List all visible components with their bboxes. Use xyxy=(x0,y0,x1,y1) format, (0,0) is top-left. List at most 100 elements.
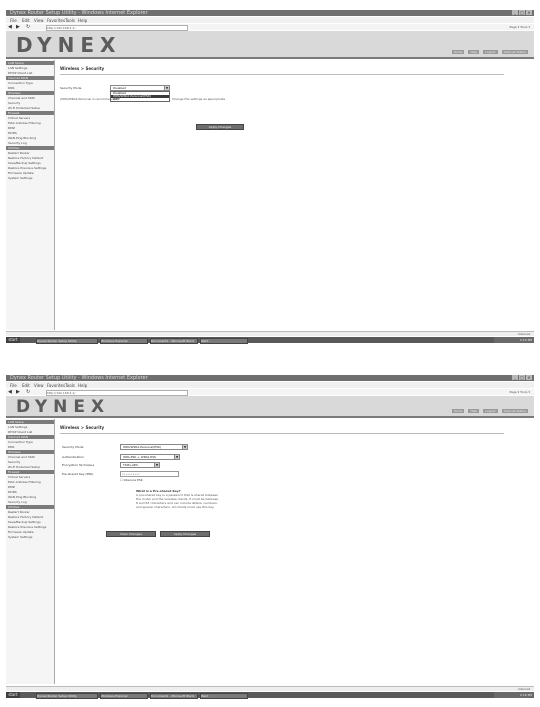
sidebar-header-firewall: Firewall xyxy=(6,111,54,115)
start-button[interactable]: start xyxy=(6,692,20,698)
taskbar-button-word[interactable]: Document1 - Microsoft Word xyxy=(150,338,198,344)
taskbar-button-router[interactable]: Dynex Router Setup Utility xyxy=(36,693,98,699)
sidebar-item-lan-settings[interactable]: LAN Settings xyxy=(8,425,53,429)
window-title-bar: Dynex Router Setup Utility - Windows Int… xyxy=(6,375,534,381)
sidebar-item-firmware-update[interactable]: Firmware Update xyxy=(8,530,53,534)
sidebar-item-system-settings[interactable]: System Settings xyxy=(8,176,53,180)
taskbar-button-paint[interactable]: Paint xyxy=(200,338,248,344)
start-button[interactable]: start xyxy=(6,337,20,343)
psk-input[interactable]: •••••••••• xyxy=(120,471,179,477)
sidebar-item-channel-and-ssid[interactable]: Channel and SSID xyxy=(8,96,53,100)
menu-help[interactable]: Help xyxy=(78,18,87,23)
forward-icon[interactable]: ▶ xyxy=(16,24,20,30)
sidebar-item-restore-previous-settings[interactable]: Restore Previous Settings xyxy=(8,525,53,529)
sidebar-item-channel-and-ssid[interactable]: Channel and SSID xyxy=(8,455,53,459)
sidebar-item-restart-router[interactable]: Restart Router xyxy=(8,510,53,514)
refresh-icon[interactable]: ↻ xyxy=(26,24,30,30)
refresh-icon[interactable]: ↻ xyxy=(26,389,30,395)
menu-view[interactable]: View xyxy=(34,383,44,388)
help-link[interactable]: Help xyxy=(468,409,480,413)
clear-changes-button[interactable]: Clear Changes xyxy=(106,531,156,537)
taskbar-button-explorer[interactable]: Windows Explorer xyxy=(100,693,148,699)
sidebar-item-wi-fi-protected-setup[interactable]: Wi-Fi Protected Setup xyxy=(8,106,53,110)
menu-edit[interactable]: Edit xyxy=(22,383,30,388)
sidebar-item-security[interactable]: Security xyxy=(8,460,53,464)
sidebar-item-save-backup-settings[interactable]: Save/Backup Settings xyxy=(8,520,53,524)
sidebar-item-security-log[interactable]: Security Log xyxy=(8,141,53,145)
sidebar-item-dhcp-client-list[interactable]: DHCP Client List xyxy=(8,430,53,434)
sidebar-header-utilities: Utilities xyxy=(6,146,54,150)
sidebar-item-mac-address-filtering[interactable]: MAC Address Filtering xyxy=(8,480,53,484)
sidebar-item-virtual-servers[interactable]: Virtual Servers xyxy=(8,475,53,479)
dynex-banner: DYNEX Home Help Logout Internet Status xyxy=(6,31,534,59)
taskbar-button-router[interactable]: Dynex Router Setup Utility xyxy=(36,338,98,344)
apply-changes-button[interactable]: Apply Changes xyxy=(196,124,244,130)
encryption-select[interactable]: TKIP+AES ▼ xyxy=(120,462,160,468)
sidebar-item-dns[interactable]: DNS xyxy=(8,445,53,449)
sidebar-item-security[interactable]: Security xyxy=(8,101,53,105)
sidebar-item-wan-ping-blocking[interactable]: WAN Ping Blocking xyxy=(8,495,53,499)
sidebar-item-system-settings[interactable]: System Settings xyxy=(8,535,53,539)
maximize-button[interactable]: □ xyxy=(519,10,525,15)
menu-tools[interactable]: Tools xyxy=(65,18,75,23)
apply-changes-button[interactable]: Apply Changes xyxy=(160,531,210,537)
sidebar-item-restore-previous-settings[interactable]: Restore Previous Settings xyxy=(8,166,53,170)
maximize-button[interactable]: □ xyxy=(519,375,525,380)
back-icon[interactable]: ◀ xyxy=(8,389,12,395)
sidebar-item-ddns[interactable]: DDNS xyxy=(8,490,53,494)
help-link[interactable]: Help xyxy=(468,50,480,54)
sidebar-item-lan-settings[interactable]: LAN Settings xyxy=(8,66,53,70)
close-button[interactable]: × xyxy=(526,375,532,380)
taskbar-button-word[interactable]: Document1 - Microsoft Word xyxy=(150,693,198,699)
sidebar-item-ddns[interactable]: DDNS xyxy=(8,131,53,135)
menu-file[interactable]: File xyxy=(10,383,17,388)
home-link[interactable]: Home xyxy=(451,50,465,54)
forward-icon[interactable]: ▶ xyxy=(16,389,20,395)
sidebar-item-virtual-servers[interactable]: Virtual Servers xyxy=(8,116,53,120)
sidebar-item-wi-fi-protected-setup[interactable]: Wi-Fi Protected Setup xyxy=(8,465,53,469)
back-icon[interactable]: ◀ xyxy=(8,24,12,30)
sidebar-nav: LAN Setup LAN Settings DHCP Client List Int… xyxy=(6,419,55,684)
sidebar-item-firmware-update[interactable]: Firmware Update xyxy=(8,171,53,175)
security-mode-label: Security Mode xyxy=(62,445,84,449)
close-button[interactable]: × xyxy=(526,10,532,15)
menu-tools[interactable]: Tools xyxy=(65,383,75,388)
sidebar-header-wireless: Wireless xyxy=(6,91,54,95)
menu-favorites[interactable]: Favorites xyxy=(47,383,65,388)
sidebar-item-restore-factory-default[interactable]: Restore Factory Default xyxy=(8,515,53,519)
menu-edit[interactable]: Edit xyxy=(22,18,30,23)
logout-link[interactable]: Logout xyxy=(483,409,498,413)
sidebar-item-connection-type[interactable]: Connection Type xyxy=(8,440,53,444)
minimize-button[interactable]: _ xyxy=(512,10,518,15)
sidebar-item-security-log[interactable]: Security Log xyxy=(8,500,53,504)
sidebar-item-restore-factory-default[interactable]: Restore Factory Default xyxy=(8,156,53,160)
minimize-button[interactable]: _ xyxy=(512,375,518,380)
dropdown-option-wep[interactable]: WEP xyxy=(111,98,169,101)
chevron-down-icon: ▼ xyxy=(154,463,159,467)
home-link[interactable]: Home xyxy=(451,409,465,413)
sidebar-item-dns[interactable]: DNS xyxy=(8,86,53,90)
authentication-select[interactable]: WPA-PSK + WPA2-PSK ▼ xyxy=(120,454,180,460)
obscure-psk-checkbox[interactable]: ☐ xyxy=(120,478,123,482)
taskbar-button-explorer[interactable]: Windows Explorer xyxy=(100,338,148,344)
sidebar-item-restart-router[interactable]: Restart Router xyxy=(8,151,53,155)
menu-help[interactable]: Help xyxy=(78,383,87,388)
page-tools-menu[interactable]: Page ▾ Tools ▾ xyxy=(509,390,530,394)
sidebar-item-wan-ping-blocking[interactable]: WAN Ping Blocking xyxy=(8,136,53,140)
logout-link[interactable]: Logout xyxy=(483,50,498,54)
internet-status-link[interactable]: Internet Status xyxy=(501,409,528,413)
page-tools-menu[interactable]: Page ▾ Tools ▾ xyxy=(509,25,530,29)
internet-status-link[interactable]: Internet Status xyxy=(501,50,528,54)
menu-view[interactable]: View xyxy=(34,18,44,23)
sidebar-item-connection-type[interactable]: Connection Type xyxy=(8,81,53,85)
security-mode-select[interactable]: WPA/WPA2-Personal(PSK) ▼ xyxy=(120,444,188,450)
menu-file[interactable]: File xyxy=(10,18,17,23)
sidebar-item-dmz[interactable]: DMZ xyxy=(8,126,53,130)
address-bar: ◀ ▶ ↻ http://192.168.2.1/ Page ▾ Tools ▾ xyxy=(6,24,534,31)
sidebar-item-mac-address-filtering[interactable]: MAC Address Filtering xyxy=(8,121,53,125)
menu-favorites[interactable]: Favorites xyxy=(47,18,65,23)
sidebar-item-dmz[interactable]: DMZ xyxy=(8,485,53,489)
sidebar-item-save-backup-settings[interactable]: Save/Backup Settings xyxy=(8,161,53,165)
sidebar-item-dhcp-client-list[interactable]: DHCP Client List xyxy=(8,71,53,75)
taskbar-button-paint[interactable]: Paint xyxy=(200,693,248,699)
